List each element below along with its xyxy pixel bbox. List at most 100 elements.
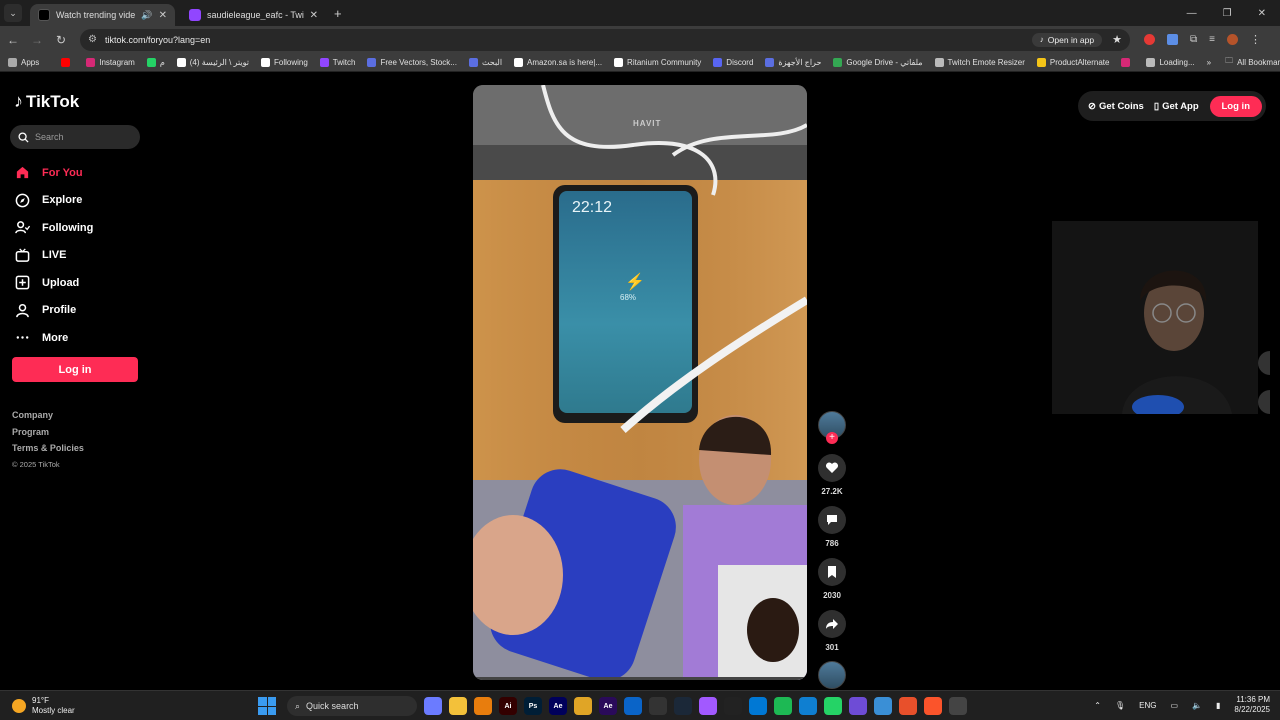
open-in-app-button[interactable]: ♪ Open in app (1031, 32, 1103, 47)
network-icon[interactable]: ▭ (1170, 701, 1178, 710)
bookmark-item[interactable]: Twitch (319, 57, 355, 67)
edge-taskbar-icon[interactable] (799, 697, 817, 715)
bookmark-item[interactable]: (4) تويتر \ الرئيسة (176, 57, 249, 67)
photoshop-taskbar-icon[interactable]: Ps (524, 697, 542, 715)
more-bookmarks-icon[interactable]: » (1207, 58, 1211, 67)
minimize-icon[interactable]: — (1187, 8, 1197, 19)
media-control-icon[interactable]: ≡ (1209, 34, 1215, 45)
microphone-icon[interactable]: 🎙 (1115, 701, 1125, 710)
tiktok-logo[interactable]: ♪ TikTok (14, 91, 79, 112)
bookmark-item[interactable]: Amazon.sa is here|... (514, 57, 602, 67)
bookmark-item[interactable]: Instagram (86, 57, 135, 67)
new-tab-button[interactable]: + (334, 6, 342, 21)
sidebar-item-following[interactable]: Following (12, 214, 142, 242)
sidebar-item-upload[interactable]: Upload (12, 269, 142, 297)
bookmark-item[interactable]: Discord (713, 57, 753, 67)
follow-plus-icon[interactable]: + (826, 432, 838, 444)
all-bookmarks-button[interactable]: 🗀 All Bookmarks (1225, 55, 1280, 69)
weather-widget[interactable]: 91°F Mostly clear (12, 696, 75, 716)
sidebar-item-more[interactable]: More (12, 324, 142, 352)
get-coins-button[interactable]: ⊘ Get Coins (1088, 101, 1144, 112)
sound-disc-avatar[interactable] (818, 661, 846, 689)
blender-taskbar-icon[interactable] (474, 697, 492, 715)
store-taskbar-icon[interactable] (749, 697, 767, 715)
taskbar-search[interactable]: ⌕ Quick search (287, 696, 417, 716)
sidebar-item-profile[interactable]: Profile (12, 297, 142, 325)
tab-search-button[interactable]: ⌄ (4, 4, 22, 22)
close-window-icon[interactable]: ✕ (1258, 8, 1266, 19)
previous-video-button[interactable] (1258, 351, 1270, 375)
brave-taskbar-icon[interactable] (924, 697, 942, 715)
sidebar-item-for-you[interactable]: For You (12, 159, 142, 187)
reload-icon[interactable]: ↻ (50, 33, 72, 47)
tray-expand-icon[interactable]: ⌃ (1094, 701, 1101, 710)
video-progress-bar[interactable] (473, 677, 807, 680)
bookmark-item[interactable]: ProductAlternate (1036, 57, 1109, 67)
copilot-taskbar-icon[interactable] (424, 697, 442, 715)
speaker-icon[interactable]: 🔊 (141, 10, 152, 21)
bookmark-item[interactable] (61, 57, 74, 67)
site-info-icon[interactable]: ⚙ (88, 34, 97, 45)
bookmark-item[interactable]: Ritanium Community (614, 57, 701, 67)
bookmark-item[interactable]: Following (261, 57, 308, 67)
volume-icon[interactable]: 🔈 (1192, 701, 1202, 710)
video-player[interactable]: HAVIT 22:12 ⚡ 68% (473, 85, 807, 680)
get-app-button[interactable]: ▯ Get App (1154, 101, 1199, 112)
like-button[interactable] (818, 454, 846, 482)
start-button[interactable] (258, 697, 276, 715)
footer-link-terms[interactable]: Terms & Policies (12, 440, 84, 457)
bookmark-item[interactable]: Loading... (1146, 57, 1195, 67)
comment-button[interactable] (818, 506, 846, 534)
bookmark-item[interactable]: البحث (468, 57, 502, 67)
premiere-taskbar-icon[interactable]: Ae (599, 697, 617, 715)
spotify-taskbar-icon[interactable] (774, 697, 792, 715)
after-effects-taskbar-icon[interactable]: Ae (549, 697, 567, 715)
sidebar-login-button[interactable]: Log in (12, 357, 138, 382)
explorer-taskbar-icon[interactable] (449, 697, 467, 715)
chrome-taskbar-icon[interactable] (574, 697, 592, 715)
back-icon[interactable]: ← (2, 33, 24, 47)
close-tab-icon[interactable]: ✕ (310, 10, 318, 21)
share-button[interactable] (818, 610, 846, 638)
clock[interactable]: 11:36 PM 8/22/2025 (1234, 695, 1270, 715)
forward-icon[interactable]: → (26, 33, 48, 47)
tab-tiktok[interactable]: Watch trending videos for y 🔊 ✕ (30, 4, 175, 26)
steam-taskbar-icon[interactable] (674, 697, 692, 715)
bookmark-star-icon[interactable]: ★ (1112, 33, 1122, 46)
obs-taskbar-icon[interactable] (949, 697, 967, 715)
app-orange-taskbar-icon[interactable] (899, 697, 917, 715)
footer-link-company[interactable]: Company (12, 407, 84, 424)
close-tab-icon[interactable]: ✕ (159, 10, 167, 21)
maximize-icon[interactable]: ❐ (1223, 8, 1232, 19)
sidebar-item-explore[interactable]: Explore (12, 187, 142, 215)
bookmark-item[interactable]: م (146, 57, 165, 67)
bookmark-item[interactable]: Apps (8, 57, 39, 67)
language-indicator[interactable]: ENG (1139, 701, 1156, 710)
app-purple-taskbar-icon[interactable] (849, 697, 867, 715)
search-input[interactable]: Search (10, 125, 140, 149)
chatgpt-taskbar-icon[interactable] (649, 697, 667, 715)
figma-taskbar-icon[interactable] (699, 697, 717, 715)
app-files-taskbar-icon[interactable] (874, 697, 892, 715)
extension-blue-icon[interactable] (1167, 34, 1178, 45)
battery-icon[interactable]: ▮ (1216, 701, 1220, 710)
whatsapp-taskbar-icon[interactable] (824, 697, 842, 715)
footer-link-program[interactable]: Program (12, 424, 84, 441)
bookmark-item[interactable]: حراج الأجهزة (765, 57, 821, 67)
address-bar[interactable]: ⚙ tiktok.com/foryou?lang=en ♪ Open in ap… (80, 28, 1130, 51)
extension-red-icon[interactable] (1144, 34, 1155, 45)
profile-avatar-icon[interactable] (1226, 34, 1238, 45)
outlook-taskbar-icon[interactable] (624, 697, 642, 715)
sidebar-item-live[interactable]: LIVE (12, 242, 142, 270)
save-button[interactable] (818, 558, 846, 586)
next-video-button[interactable] (1258, 390, 1270, 414)
tab-twitch[interactable]: saudieleague_eafc - Twitch ✕ (181, 4, 326, 26)
top-login-button[interactable]: Log in (1209, 95, 1262, 117)
bookmark-item[interactable]: Twitch Emote Resizer (934, 57, 1025, 67)
dot-taskbar-icon[interactable] (724, 697, 742, 715)
bookmark-item[interactable]: Free Vectors, Stock... (367, 57, 457, 67)
browser-menu-icon[interactable]: ⋮ (1250, 33, 1261, 46)
bookmark-item[interactable]: Google Drive - ملفاتي (833, 57, 923, 67)
bookmark-item[interactable] (1121, 57, 1134, 67)
illustrator-taskbar-icon[interactable]: Ai (499, 697, 517, 715)
